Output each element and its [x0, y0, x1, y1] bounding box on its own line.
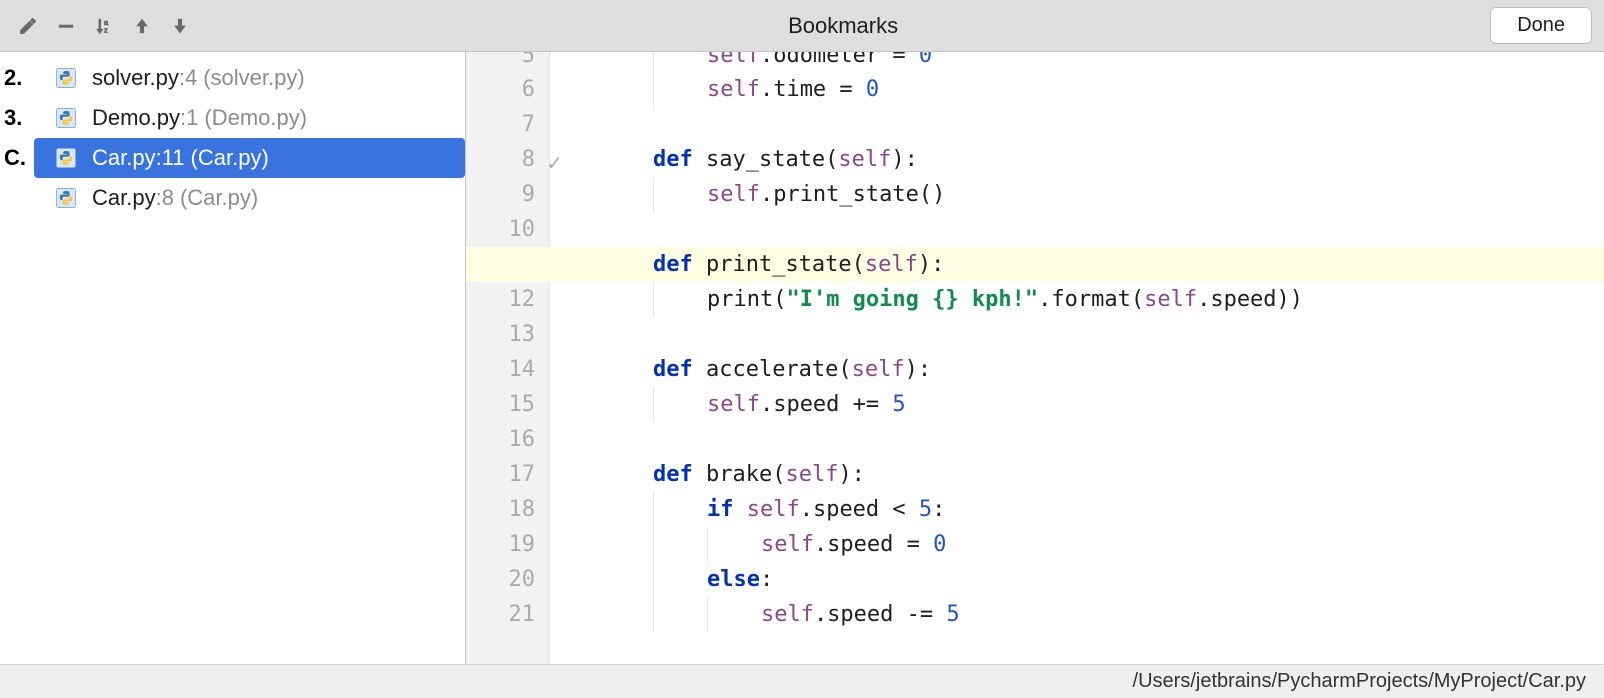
- bookmark-file: Demo.py: [92, 105, 180, 131]
- bookmark-line: :1: [180, 105, 198, 131]
- code-line: if self.speed < 5:: [600, 492, 1604, 527]
- code-line: print("I'm going {} kph!".format(self.sp…: [600, 282, 1604, 317]
- status-bar: /Users/jetbrains/PycharmProjects/MyProje…: [0, 664, 1604, 698]
- gutter-line[interactable]: 16: [466, 422, 535, 457]
- move-down-icon[interactable]: [164, 10, 196, 42]
- bookmark-line: :11: [156, 145, 185, 171]
- bookmark-extra: (Car.py): [180, 185, 258, 211]
- gutter-line[interactable]: 18: [466, 492, 535, 527]
- code-line: self.speed += 5: [600, 387, 1604, 422]
- sort-alpha-icon[interactable]: az: [88, 10, 120, 42]
- bookmark-extra: (Demo.py): [204, 105, 307, 131]
- bookmark-item[interactable]: Car.py:8(Car.py): [0, 178, 465, 218]
- bookmark-line: :8: [156, 185, 174, 211]
- toolbar: az Bookmarks Done: [0, 0, 1604, 52]
- remove-icon[interactable]: [50, 10, 82, 42]
- code-line: [600, 107, 1604, 142]
- gutter-line[interactable]: 9: [466, 177, 535, 212]
- code-area[interactable]: self.odometer = 0 self.time = 0 def say_…: [550, 52, 1604, 664]
- gutter-line[interactable]: 8✓: [466, 142, 535, 177]
- code-line: def brake(self):: [600, 457, 1604, 492]
- move-up-icon[interactable]: [126, 10, 158, 42]
- bookmark-mnemonic: C.: [4, 145, 34, 171]
- bookmark-line: :4: [179, 65, 197, 91]
- bookmarks-list: 2. solver.py:4(solver.py) 3. Demo.py:1(Demo…: [0, 52, 466, 664]
- code-line: self.odometer = 0: [600, 52, 1604, 72]
- python-file-icon: [52, 144, 80, 172]
- gutter-line[interactable]: 14: [466, 352, 535, 387]
- bookmark-file: solver.py: [92, 65, 179, 91]
- python-file-icon: [52, 104, 80, 132]
- code-line: self.time = 0: [600, 72, 1604, 107]
- bookmark-extra: (Car.py): [191, 145, 269, 171]
- gutter: 5678✓91011C12131415161718192021: [466, 52, 550, 664]
- main-area: 2. solver.py:4(solver.py) 3. Demo.py:1(Demo…: [0, 52, 1604, 664]
- svg-text:z: z: [104, 25, 108, 34]
- status-path: /Users/jetbrains/PycharmProjects/MyProje…: [1133, 670, 1586, 693]
- bookmark-item[interactable]: 2. solver.py:4(solver.py): [0, 58, 465, 98]
- gutter-line[interactable]: 7: [466, 107, 535, 142]
- code-line: else:: [600, 562, 1604, 597]
- code-line: def say_state(self):: [600, 142, 1604, 177]
- code-line: [600, 317, 1604, 352]
- editor: 5678✓91011C12131415161718192021 self.odo…: [466, 52, 1604, 664]
- gutter-line[interactable]: 21: [466, 597, 535, 632]
- gutter-line[interactable]: 12: [466, 282, 535, 317]
- code-line: [600, 422, 1604, 457]
- bookmark-file: Car.py: [92, 145, 156, 171]
- code-line: def accelerate(self):: [600, 352, 1604, 387]
- code-line: self.speed -= 5: [600, 597, 1604, 632]
- gutter-line[interactable]: 15: [466, 387, 535, 422]
- bookmark-mnemonic: 3.: [4, 105, 34, 131]
- gutter-line[interactable]: 20: [466, 562, 535, 597]
- bookmark-mnemonic: 2.: [4, 65, 34, 91]
- code-line: [600, 212, 1604, 247]
- python-file-icon: [52, 184, 80, 212]
- gutter-line[interactable]: 13: [466, 317, 535, 352]
- gutter-line[interactable]: 10: [466, 212, 535, 247]
- gutter-line[interactable]: 6: [466, 72, 535, 107]
- code-line: self.speed = 0: [600, 527, 1604, 562]
- edit-icon[interactable]: [12, 10, 44, 42]
- done-button[interactable]: Done: [1490, 7, 1592, 44]
- bookmark-item[interactable]: 3. Demo.py:1(Demo.py): [0, 98, 465, 138]
- gutter-line[interactable]: 17: [466, 457, 535, 492]
- code-line: self.print_state(): [600, 177, 1604, 212]
- python-file-icon: [52, 64, 80, 92]
- gutter-line[interactable]: 5: [466, 52, 535, 72]
- gutter-line[interactable]: 19: [466, 527, 535, 562]
- bookmark-item[interactable]: C. Car.py:11(Car.py): [0, 138, 465, 178]
- toolbar-title: Bookmarks: [202, 13, 1484, 39]
- bookmark-extra: (solver.py): [203, 65, 304, 91]
- bookmark-file: Car.py: [92, 185, 156, 211]
- code-line: def print_state(self):: [600, 247, 1604, 282]
